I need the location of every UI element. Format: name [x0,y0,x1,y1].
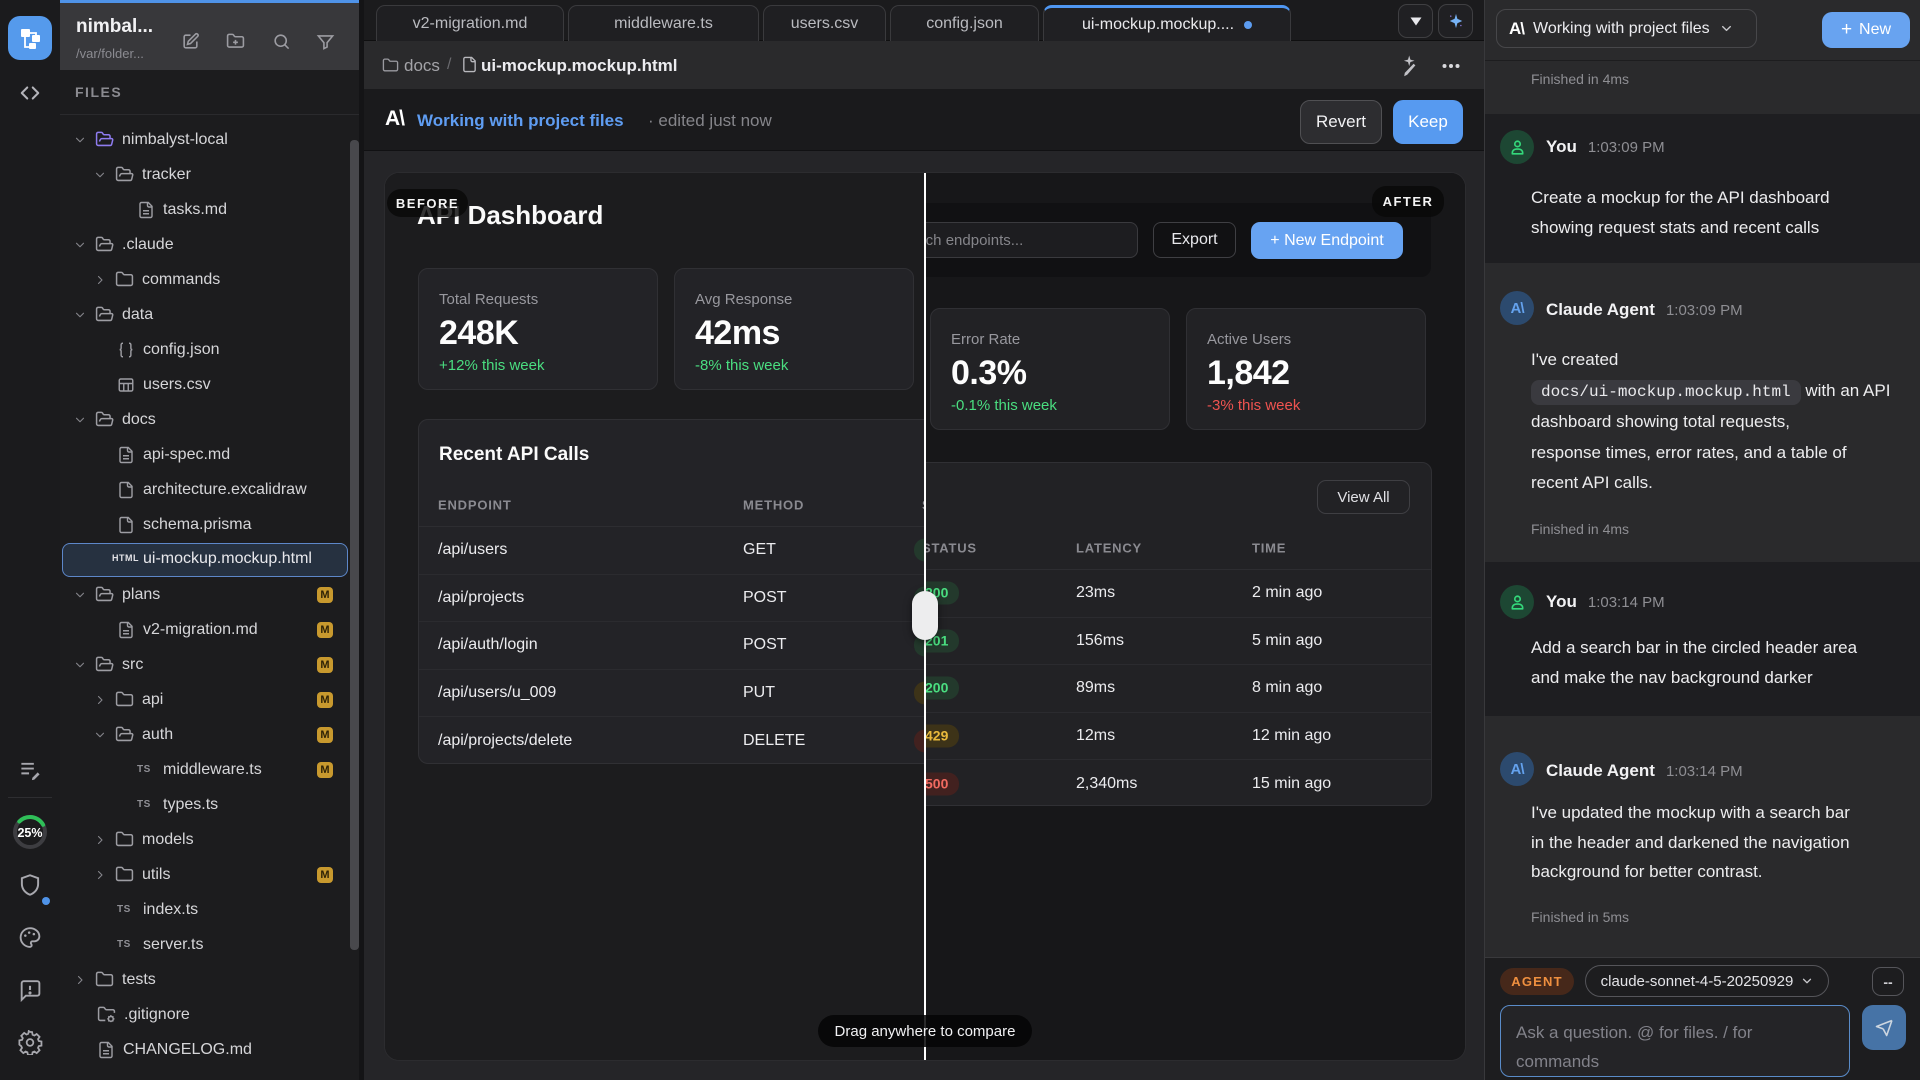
svg-text:25%: 25% [17,826,42,840]
